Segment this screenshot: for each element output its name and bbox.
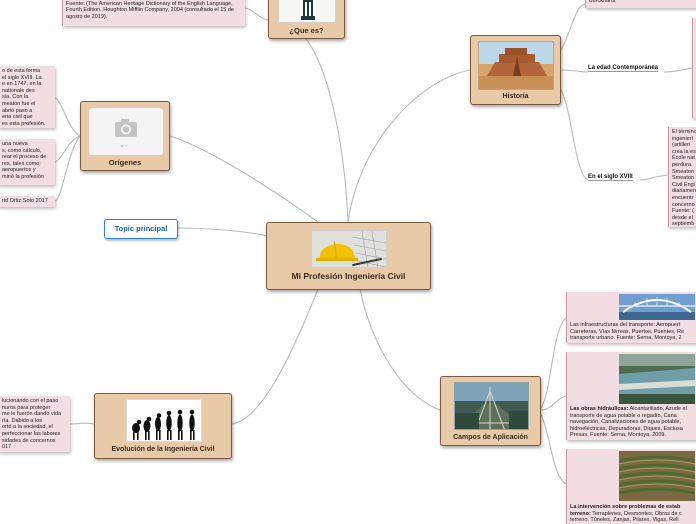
- engineer-icon: [278, 0, 336, 23]
- node-historia-title: Historia: [502, 93, 529, 100]
- note-terreno: La intervención sobre problemas de estab…: [566, 449, 696, 524]
- note-hidraulicas-text: Las obras hidráulicas: Alcantarillado, A…: [570, 406, 696, 439]
- note-transporte-body: Las infraestructuras del transporte: Aer…: [570, 322, 685, 342]
- note-origenes-2: una nueva s, como cálculo, rear el proce…: [0, 139, 55, 185]
- node-evolucion[interactable]: Evolución de la Ingeniería Civil: [94, 393, 232, 459]
- note-siglo-xviii: El término ingenierí (artilleri crea la …: [668, 127, 696, 227]
- image-placeholder-icon: [89, 108, 163, 155]
- dam-image: [619, 354, 695, 404]
- note-definition-source: relacionadas. Fuente: (The American Heri…: [62, 0, 245, 26]
- central-node-title: Mi Profesión Ingeniería Civil: [291, 271, 406, 281]
- node-origenes[interactable]: Orígenes: [80, 101, 170, 171]
- terraces-image: [619, 451, 695, 501]
- ziggurat-image: [478, 41, 554, 90]
- node-campos-title: Campos de Aplicación: [453, 434, 528, 441]
- node-que-es-title: ¿Que es?: [289, 26, 324, 35]
- note-origenes-3: rid Ortiz Soto 2017: [0, 196, 55, 207]
- node-historia[interactable]: Historia: [470, 35, 561, 105]
- note-evolucion: lucionando con el paso nuros para proteg…: [0, 396, 70, 452]
- node-origenes-title: Orígenes: [108, 158, 142, 167]
- note-contemporanea: [692, 18, 696, 118]
- note-origenes-1: o de esta forma el siglo XVIII. La e en …: [0, 66, 55, 128]
- node-que-es[interactable]: ¿Que es?: [268, 0, 345, 39]
- note-hidraulicas: Las obras hidráulicas: Alcantarillado, A…: [566, 352, 696, 440]
- helmet-blueprint-image: [311, 230, 387, 268]
- bridge-image: [619, 294, 695, 320]
- label-siglo-xviii[interactable]: En el siglo XVIII: [588, 174, 633, 181]
- central-node[interactable]: Mi Profesión Ingeniería Civil: [266, 222, 431, 290]
- node-campos[interactable]: Campos de Aplicación: [440, 376, 541, 446]
- node-evolucion-title: Evolución de la Ingeniería Civil: [111, 446, 215, 453]
- note-hidraulicas-heading: Las obras hidráulicas:: [570, 406, 629, 412]
- note-transporte-text: Las infraestructuras del transporte: Aer…: [570, 322, 696, 342]
- topic-principal[interactable]: Topic principal: [104, 219, 178, 239]
- civil-works-image: [454, 382, 529, 430]
- human-evolution-image: [126, 399, 202, 442]
- note-transporte: Las infraestructuras del transporte: Aer…: [566, 292, 696, 343]
- note-terreno-text: La intervención sobre problemas de estab…: [570, 504, 696, 524]
- label-edad-contemporanea[interactable]: La edad Contemporánea: [588, 65, 659, 72]
- note-burckhardt: Burckhardt: [585, 0, 696, 8]
